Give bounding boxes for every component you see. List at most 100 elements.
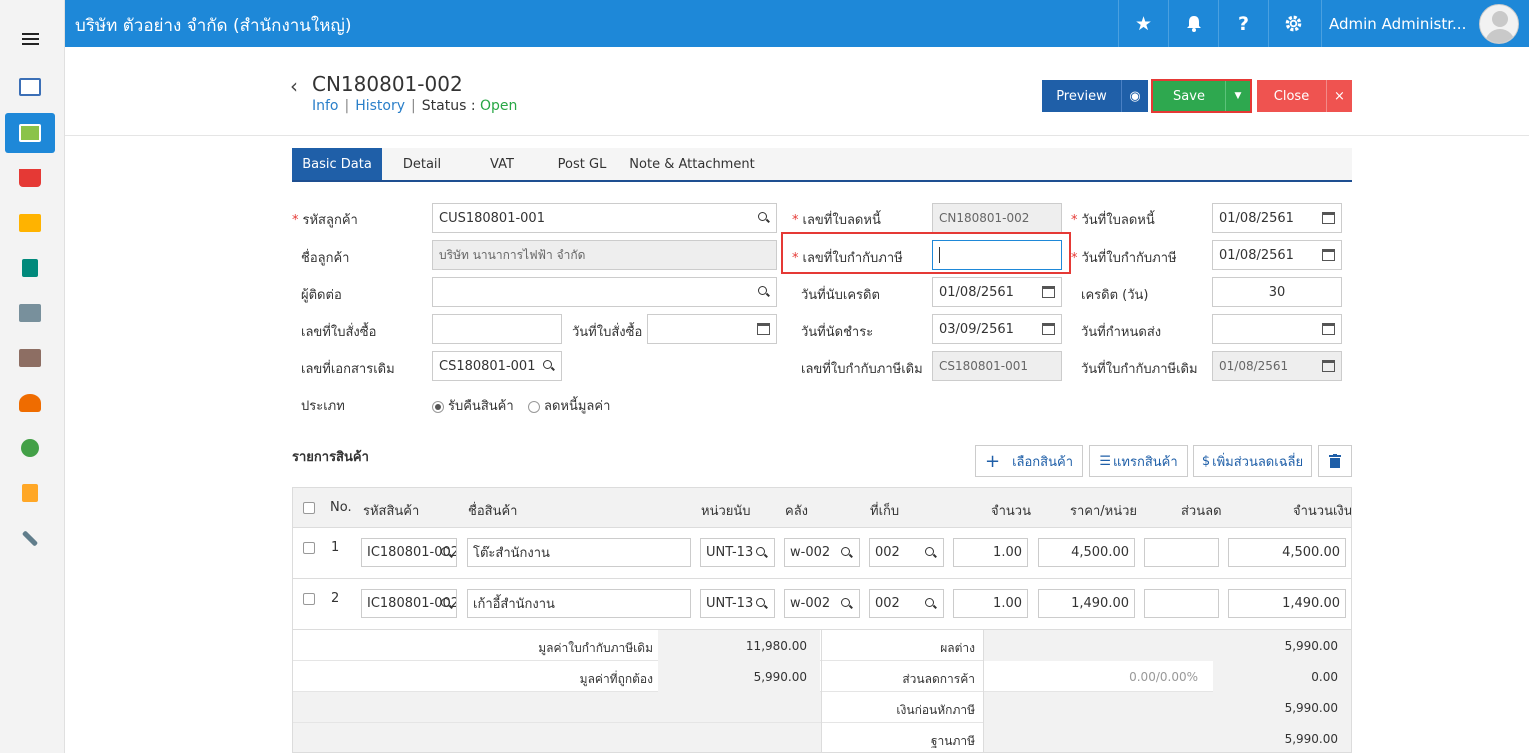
row-warehouse-field[interactable]: w-002 xyxy=(784,538,860,567)
search-icon[interactable] xyxy=(756,547,767,558)
sidebar-item-wallet[interactable] xyxy=(5,338,55,378)
row-location-field[interactable]: 002 xyxy=(869,538,944,567)
row-code-field[interactable]: IC180801-002 xyxy=(361,589,457,618)
row-code-field[interactable]: IC180801-002 xyxy=(361,538,457,567)
close-x-button[interactable]: × xyxy=(1326,80,1352,112)
calendar-icon[interactable] xyxy=(1322,323,1335,335)
tab-post-gl[interactable]: Post GL xyxy=(542,148,622,180)
credit-start-field[interactable]: 01/08/2561 xyxy=(932,277,1062,307)
save-button[interactable]: Save xyxy=(1153,81,1225,111)
search-icon[interactable] xyxy=(441,547,452,558)
search-icon[interactable] xyxy=(925,598,936,609)
sidebar-item-settings[interactable] xyxy=(5,518,55,558)
tab-basic-data[interactable]: Basic Data xyxy=(292,148,382,180)
history-link[interactable]: History xyxy=(355,98,405,114)
row-checkbox[interactable] xyxy=(303,542,315,554)
po-date-field[interactable] xyxy=(647,314,777,344)
calendar-icon[interactable] xyxy=(1322,249,1335,261)
save-dropdown-button[interactable]: ▼ xyxy=(1225,81,1250,111)
search-icon[interactable] xyxy=(841,598,852,609)
row-price-field[interactable]: 1,490.00 xyxy=(1038,589,1135,618)
row-price-field[interactable]: 4,500.00 xyxy=(1038,538,1135,567)
row-discount-field[interactable] xyxy=(1144,589,1219,618)
radio-icon[interactable] xyxy=(528,400,540,413)
type-discount-option[interactable]: ลดหนี้มูลค่า xyxy=(528,395,610,416)
user-menu[interactable]: Admin Administr... xyxy=(1321,0,1529,47)
summary-row: มูลค่าใบกำกับภาษีเดิม 11,980.00 ผลต่าง 5… xyxy=(293,630,1351,661)
trade-discount-pct[interactable]: 0.00/0.00% xyxy=(1129,670,1198,684)
tax-invoice-date-field[interactable]: 01/08/2561 xyxy=(1212,240,1342,270)
cn-date-field[interactable]: 01/08/2561 xyxy=(1212,203,1342,233)
menu-icon[interactable] xyxy=(22,33,39,46)
sidebar-item-report[interactable] xyxy=(5,473,55,513)
search-icon[interactable] xyxy=(543,360,554,371)
row-checkbox[interactable] xyxy=(303,593,315,605)
calendar-icon[interactable] xyxy=(1042,323,1055,335)
sidebar-item-inventory[interactable] xyxy=(5,203,55,243)
add-discount-button[interactable]: $ เพิ่มส่วนลดเฉลี่ย xyxy=(1193,445,1312,477)
row-name-field[interactable]: เก้าอี้สำนักงาน xyxy=(467,589,691,618)
search-icon[interactable] xyxy=(925,547,936,558)
credit-days-field[interactable]: 30 xyxy=(1212,277,1342,307)
row-name-field[interactable]: โต๊ะสำนักงาน xyxy=(467,538,691,567)
info-link[interactable]: Info xyxy=(312,98,339,114)
cn-no-field: CN180801-002 xyxy=(932,203,1062,233)
tab-detail[interactable]: Detail xyxy=(382,148,462,180)
row-qty-field[interactable]: 1.00 xyxy=(953,538,1028,567)
po-no-field[interactable] xyxy=(432,314,562,344)
tab-note-attachment[interactable]: Note & Attachment xyxy=(622,148,762,180)
doc-links: Info | History | Status : Open xyxy=(312,98,518,114)
type-return-option[interactable]: รับคืนสินค้า xyxy=(432,395,514,416)
row-amount-field[interactable]: 1,490.00 xyxy=(1228,589,1346,618)
insert-product-button[interactable]: ☰ แทรกสินค้า xyxy=(1089,445,1188,477)
company-name: บริษัท ตัวอย่าง จำกัด (สำนักงานใหญ่) xyxy=(75,16,352,36)
trade-discount-label: ส่วนลดการค้า xyxy=(902,672,975,686)
row-unit-field[interactable]: UNT-13 xyxy=(700,589,775,618)
row-amount-field[interactable]: 4,500.00 xyxy=(1228,538,1346,567)
select-all-checkbox[interactable] xyxy=(303,502,315,514)
sidebar-item-bank[interactable] xyxy=(5,293,55,333)
calendar-icon xyxy=(1322,360,1335,372)
sidebar-item-hr[interactable] xyxy=(5,383,55,423)
contact-field[interactable] xyxy=(432,277,777,307)
back-arrow-icon[interactable]: ‹ xyxy=(290,74,298,98)
delivery-date-field[interactable] xyxy=(1212,314,1342,344)
customer-code-field[interactable]: CUS180801-001 xyxy=(432,203,777,233)
search-icon[interactable] xyxy=(758,286,769,297)
sidebar-item-approve[interactable] xyxy=(5,428,55,468)
col-no: No. xyxy=(330,500,352,515)
sidebar-item-ledger[interactable] xyxy=(5,248,55,288)
sidebar-item-dashboard[interactable] xyxy=(5,67,55,107)
search-icon[interactable] xyxy=(758,212,769,223)
preview-eye-button[interactable]: ◉ xyxy=(1121,80,1148,112)
help-button[interactable]: ? xyxy=(1218,0,1268,47)
favorites-button[interactable]: ★ xyxy=(1118,0,1168,47)
search-icon[interactable] xyxy=(841,547,852,558)
calendar-icon[interactable] xyxy=(1042,286,1055,298)
list-add-icon: ☰ xyxy=(1099,453,1112,469)
row-discount-field[interactable] xyxy=(1144,538,1219,567)
close-button[interactable]: Close xyxy=(1257,80,1326,112)
row-qty-field[interactable]: 1.00 xyxy=(953,589,1028,618)
dashboard-icon xyxy=(19,78,41,96)
sidebar-item-purchase[interactable] xyxy=(5,158,55,198)
settings-button[interactable] xyxy=(1268,0,1318,47)
preview-button[interactable]: Preview xyxy=(1042,80,1121,112)
row-warehouse-field[interactable]: w-002 xyxy=(784,589,860,618)
due-date-field[interactable]: 03/09/2561 xyxy=(932,314,1062,344)
notifications-button[interactable] xyxy=(1168,0,1218,47)
select-product-button[interactable]: + เลือกสินค้า xyxy=(975,445,1083,477)
radio-selected-icon[interactable] xyxy=(432,400,444,413)
calendar-icon[interactable] xyxy=(1322,212,1335,224)
tax-invoice-field[interactable] xyxy=(932,240,1062,270)
avatar[interactable] xyxy=(1479,4,1519,44)
tab-vat[interactable]: VAT xyxy=(462,148,542,180)
calendar-icon[interactable] xyxy=(757,323,770,335)
row-unit-field[interactable]: UNT-13 xyxy=(700,538,775,567)
sidebar-item-sales[interactable] xyxy=(5,113,55,153)
search-icon[interactable] xyxy=(441,598,452,609)
row-location-field[interactable]: 002 xyxy=(869,589,944,618)
delete-button[interactable] xyxy=(1318,445,1352,477)
ref-doc-field[interactable]: CS180801-001 xyxy=(432,351,562,381)
search-icon[interactable] xyxy=(756,598,767,609)
